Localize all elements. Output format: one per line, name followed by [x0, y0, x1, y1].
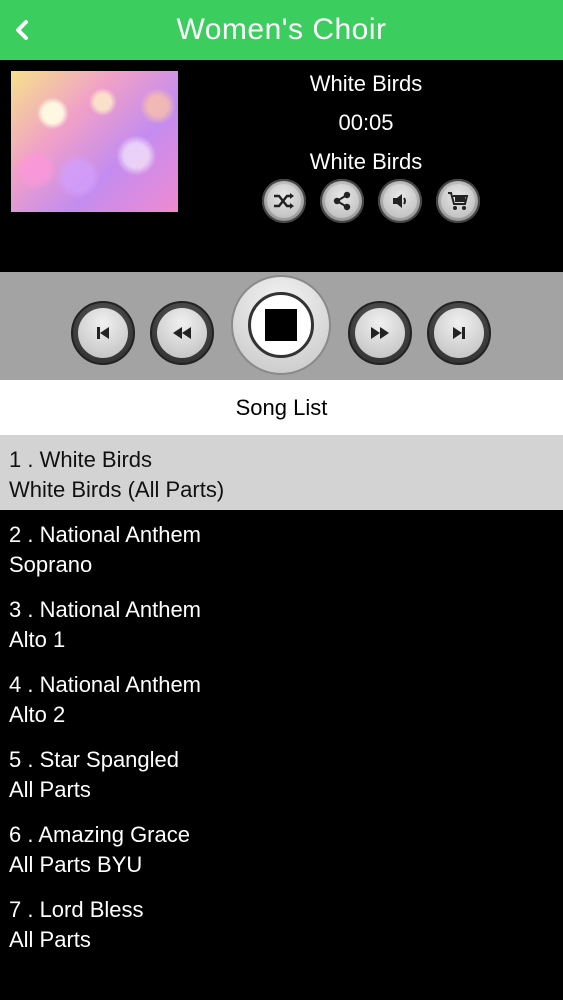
- song-subtitle: All Parts BYU: [9, 852, 143, 877]
- cart-icon: [448, 192, 469, 210]
- page-title: Women's Choir: [176, 13, 387, 46]
- share-button[interactable]: [320, 179, 364, 223]
- song-subtitle: All Parts: [9, 927, 91, 952]
- list-item[interactable]: 3 . National Anthem Alto 1: [0, 585, 563, 660]
- list-item[interactable]: 7 . Lord Bless All Parts: [0, 885, 563, 960]
- song-subtitle: Alto 2: [9, 702, 66, 727]
- song-subtitle: White Birds (All Parts): [9, 477, 225, 502]
- cart-button[interactable]: [436, 179, 480, 223]
- song-list: 1 . White Birds White Birds (All Parts) …: [0, 435, 563, 960]
- song-subtitle: All Parts: [9, 777, 91, 802]
- song-subtitle: Soprano: [9, 552, 93, 577]
- song-title: 5 . Star Spangled: [9, 747, 180, 772]
- volume-button[interactable]: [378, 179, 422, 223]
- track-time: 00:05: [338, 110, 394, 135]
- song-title: 7 . Lord Bless: [9, 897, 144, 922]
- track-subtitle: White Birds: [309, 149, 423, 174]
- song-subtitle: Alto 1: [9, 627, 66, 652]
- list-item[interactable]: 1 . White Birds White Birds (All Parts): [0, 435, 563, 510]
- list-item[interactable]: 5 . Star Spangled All Parts: [0, 735, 563, 810]
- song-title: 1 . White Birds: [9, 447, 153, 472]
- stop-button[interactable]: [231, 275, 331, 375]
- song-title: 6 . Amazing Grace: [9, 822, 190, 847]
- chevron-left-icon: [16, 20, 28, 40]
- share-icon: [333, 191, 351, 211]
- song-title: 3 . National Anthem: [9, 597, 202, 622]
- back-button[interactable]: [6, 14, 38, 46]
- list-item[interactable]: 6 . Amazing Grace All Parts BYU: [0, 810, 563, 885]
- list-item[interactable]: 4 . National Anthem Alto 2: [0, 660, 563, 735]
- song-title: 4 . National Anthem: [9, 672, 202, 697]
- volume-icon: [393, 194, 406, 208]
- fast-forward-button[interactable]: [348, 301, 412, 365]
- skip-previous-icon: [97, 327, 109, 339]
- shuffle-button[interactable]: [262, 179, 306, 223]
- fast-forward-icon: [371, 327, 389, 339]
- action-buttons: [262, 179, 480, 223]
- song-list-header: Song List: [0, 380, 563, 435]
- rewind-icon: [173, 327, 191, 339]
- skip-previous-button[interactable]: [71, 301, 135, 365]
- list-item[interactable]: 2 . National Anthem Soprano: [0, 510, 563, 585]
- skip-next-icon: [453, 327, 465, 339]
- now-playing-panel: White Birds 00:05 White Birds: [0, 60, 563, 272]
- track-title: White Birds: [309, 71, 423, 96]
- shuffle-icon: [274, 193, 294, 209]
- transport-controls: [0, 272, 563, 380]
- skip-next-button[interactable]: [427, 301, 491, 365]
- navigation-bar: Women's Choir: [0, 0, 563, 60]
- stop-icon: [265, 309, 297, 341]
- song-title: 2 . National Anthem: [9, 522, 202, 547]
- rewind-button[interactable]: [150, 301, 214, 365]
- album-artwork: [11, 71, 178, 212]
